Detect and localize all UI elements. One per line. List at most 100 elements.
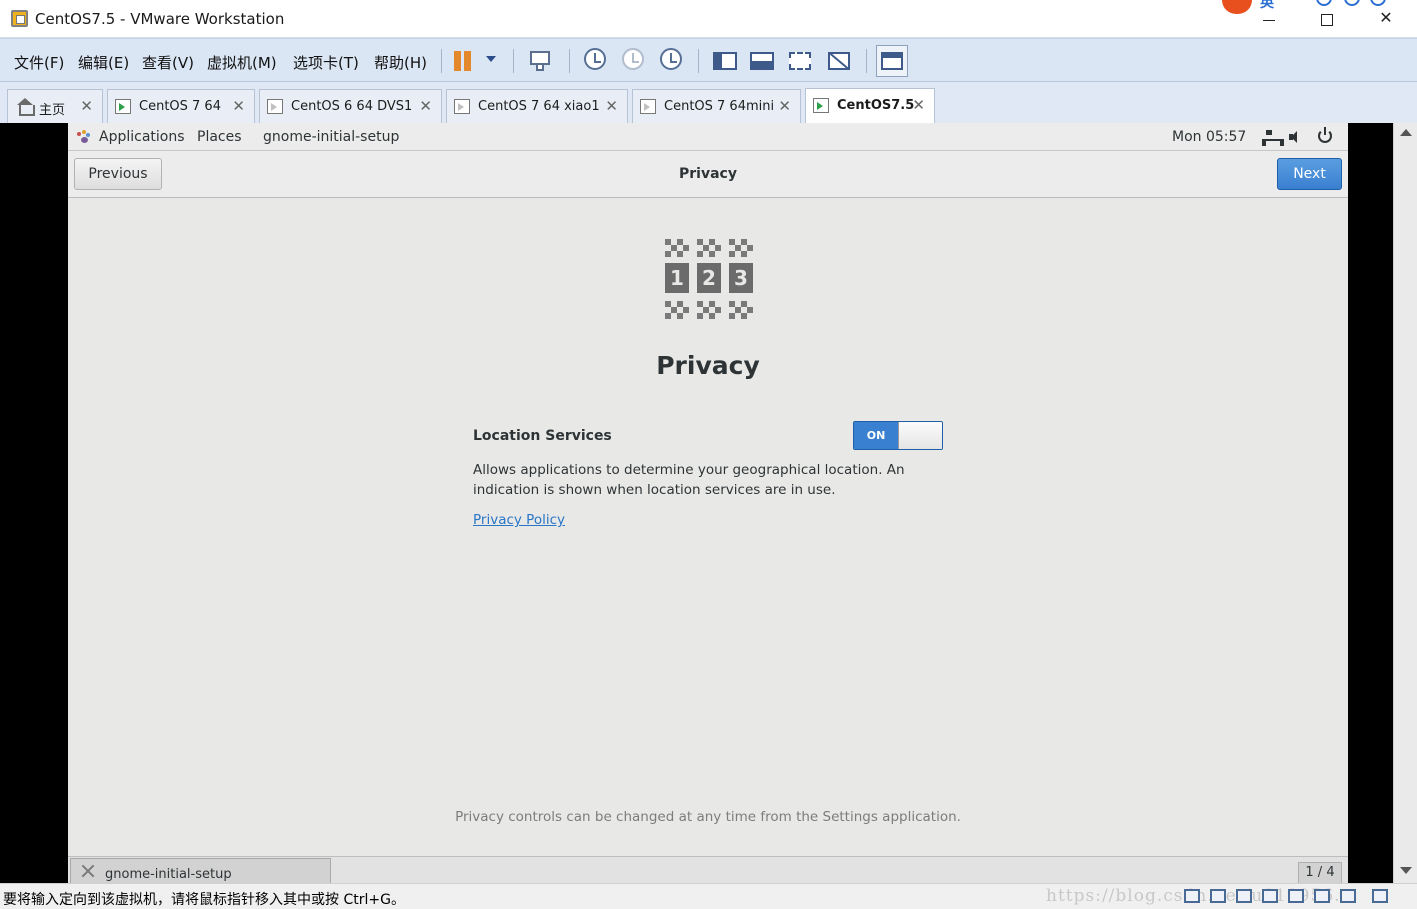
close-icon[interactable]: ✕ xyxy=(778,97,791,115)
network-icon[interactable] xyxy=(1262,130,1284,146)
privacy-policy-link[interactable]: Privacy Policy xyxy=(473,512,565,528)
location-services-label: Location Services xyxy=(473,428,612,444)
page-heading: Privacy xyxy=(656,351,760,380)
setup-header-bar: Previous Privacy Next xyxy=(68,151,1348,198)
close-window-button[interactable]: ✕ xyxy=(1366,6,1406,32)
unity-button[interactable] xyxy=(825,47,853,75)
snapshot-manager-icon[interactable] xyxy=(660,48,682,70)
vm-off-icon xyxy=(640,99,656,114)
tab-label: CentOS 7 64mini xyxy=(664,99,775,114)
scroll-up-icon[interactable] xyxy=(1400,129,1412,136)
tab-centos-7-64[interactable]: CentOS 7 64 ✕ xyxy=(107,89,255,123)
usb-icon[interactable] xyxy=(1262,889,1278,903)
vm-console[interactable]: Applications Places gnome-initial-setup … xyxy=(0,123,1417,884)
header-title: Privacy xyxy=(679,166,737,182)
tab-centos-7-64-xiao1[interactable]: CentOS 7 64 xiao1 ✕ xyxy=(446,89,628,123)
volume-icon[interactable] xyxy=(1289,130,1303,144)
sogou-icon[interactable] xyxy=(1222,0,1252,14)
tab-label: CentOS 6 64 DVS1 xyxy=(291,99,413,114)
toolbar-separator xyxy=(698,49,699,73)
guest-screen[interactable]: Applications Places gnome-initial-setup … xyxy=(68,123,1348,884)
tab-centos-7-64mini[interactable]: CentOS 7 64mini ✕ xyxy=(632,89,801,123)
vm-running-icon xyxy=(115,99,131,114)
tab-label: CentOS 7 64 xyxy=(139,99,221,114)
console-view-button[interactable] xyxy=(876,45,908,77)
tab-label: 主页 xyxy=(39,103,66,118)
show-library-button[interactable] xyxy=(711,47,739,75)
display-icon[interactable] xyxy=(1340,889,1356,903)
next-button[interactable]: Next xyxy=(1277,158,1342,190)
title-bar: CentOS7.5 - VMware Workstation 英 ✕ xyxy=(0,0,1417,38)
toggle-state-label: ON xyxy=(854,422,898,449)
close-icon[interactable]: ✕ xyxy=(80,97,93,115)
tab-home[interactable]: 主页 ✕ xyxy=(7,89,103,123)
close-icon[interactable]: ✕ xyxy=(605,97,618,115)
taskbar-window-button[interactable]: gnome-initial-setup xyxy=(70,858,331,884)
minimize-button[interactable] xyxy=(1250,6,1290,32)
ime-mic-icon[interactable] xyxy=(1344,0,1360,6)
toolbar-separator xyxy=(513,49,514,73)
tab-centos75[interactable]: CentOS7.5 ✕ xyxy=(805,88,935,123)
workspace-indicator[interactable]: 1 / 4 xyxy=(1298,862,1342,884)
applications-menu[interactable]: Applications xyxy=(99,129,185,145)
digit-tile: 2 xyxy=(697,263,721,293)
vmware-app-icon xyxy=(11,10,28,27)
menu-toolbar: 文件(F) 编辑(E) 查看(V) 虚拟机(M) 选项卡(T) 帮助(H) xyxy=(0,38,1417,82)
scroll-down-icon[interactable] xyxy=(1400,867,1412,874)
menu-help[interactable]: 帮助(H) xyxy=(374,52,427,73)
thumbnail-bar-button[interactable] xyxy=(748,47,776,75)
vm-tab-strip: 主页 ✕ CentOS 7 64 ✕ CentOS 6 64 DVS1 ✕ Ce… xyxy=(0,82,1417,123)
privacy-footnote: Privacy controls can be changed at any t… xyxy=(455,809,961,825)
close-icon[interactable]: ✕ xyxy=(912,96,925,114)
location-services-toggle[interactable]: ON xyxy=(853,421,943,450)
vm-running-icon xyxy=(813,98,829,113)
sound-card-icon[interactable] xyxy=(1288,889,1304,903)
gnome-top-bar: Applications Places gnome-initial-setup … xyxy=(68,123,1348,151)
full-screen-button[interactable] xyxy=(786,47,814,75)
message-log-icon[interactable] xyxy=(1372,889,1388,903)
home-icon xyxy=(16,98,35,116)
tab-label: CentOS 7 64 xiao1 xyxy=(478,99,600,114)
send-ctrl-alt-del-button[interactable] xyxy=(526,47,554,75)
location-services-description: Allows applications to determine your ge… xyxy=(473,462,905,498)
clock[interactable]: Mon 05:57 xyxy=(1172,129,1246,145)
digit-tile: 3 xyxy=(729,263,753,293)
status-bar: 要将输入定向到该虚拟机，请将鼠标指针移入其中或按 Ctrl+G。 https:/… xyxy=(0,883,1417,909)
vm-off-icon xyxy=(267,99,283,114)
tab-label: CentOS7.5 xyxy=(837,98,915,113)
taskbar-window-label: gnome-initial-setup xyxy=(105,867,232,882)
hard-disk-icon[interactable] xyxy=(1184,889,1200,903)
network-adapter-icon[interactable] xyxy=(1236,889,1252,903)
power-dropdown-icon[interactable] xyxy=(486,56,496,62)
menu-edit[interactable]: 编辑(E) xyxy=(78,52,129,73)
privacy-illustration-icon: 1 2 3 xyxy=(665,239,753,319)
app-menu[interactable]: gnome-initial-setup xyxy=(263,129,399,145)
printer-icon[interactable] xyxy=(1314,889,1330,903)
setup-app-icon xyxy=(81,864,95,878)
take-snapshot-icon[interactable] xyxy=(584,48,606,70)
tab-centos-6-64-dvs1[interactable]: CentOS 6 64 DVS1 ✕ xyxy=(259,89,442,123)
status-message: 要将输入定向到该虚拟机，请将鼠标指针移入其中或按 Ctrl+G。 xyxy=(3,892,405,908)
menu-vm[interactable]: 虚拟机(M) xyxy=(207,52,277,73)
menu-tabs[interactable]: 选项卡(T) xyxy=(293,52,359,73)
digit-tile: 1 xyxy=(665,263,689,293)
close-icon[interactable]: ✕ xyxy=(419,97,432,115)
toolbar-separator xyxy=(441,49,442,73)
menu-view[interactable]: 查看(V) xyxy=(142,52,194,73)
close-icon[interactable]: ✕ xyxy=(232,97,245,115)
toggle-knob[interactable] xyxy=(898,422,942,449)
places-menu[interactable]: Places xyxy=(197,129,242,145)
toolbar-separator xyxy=(866,49,867,73)
window-title: CentOS7.5 - VMware Workstation xyxy=(35,10,285,28)
gnome-bottom-bar: gnome-initial-setup 1 / 4 xyxy=(68,856,1348,884)
pause-button[interactable] xyxy=(452,47,480,75)
cd-rom-icon[interactable] xyxy=(1210,889,1226,903)
menu-file[interactable]: 文件(F) xyxy=(14,52,64,73)
vm-off-icon xyxy=(454,99,470,114)
toolbar-separator xyxy=(569,49,570,73)
vmware-window: CentOS7.5 - VMware Workstation 英 ✕ 文件(F)… xyxy=(0,0,1417,909)
revert-snapshot-icon xyxy=(622,48,644,70)
maximize-button[interactable] xyxy=(1306,6,1346,32)
vertical-scrollbar[interactable] xyxy=(1393,123,1417,883)
power-icon[interactable] xyxy=(1318,127,1332,143)
